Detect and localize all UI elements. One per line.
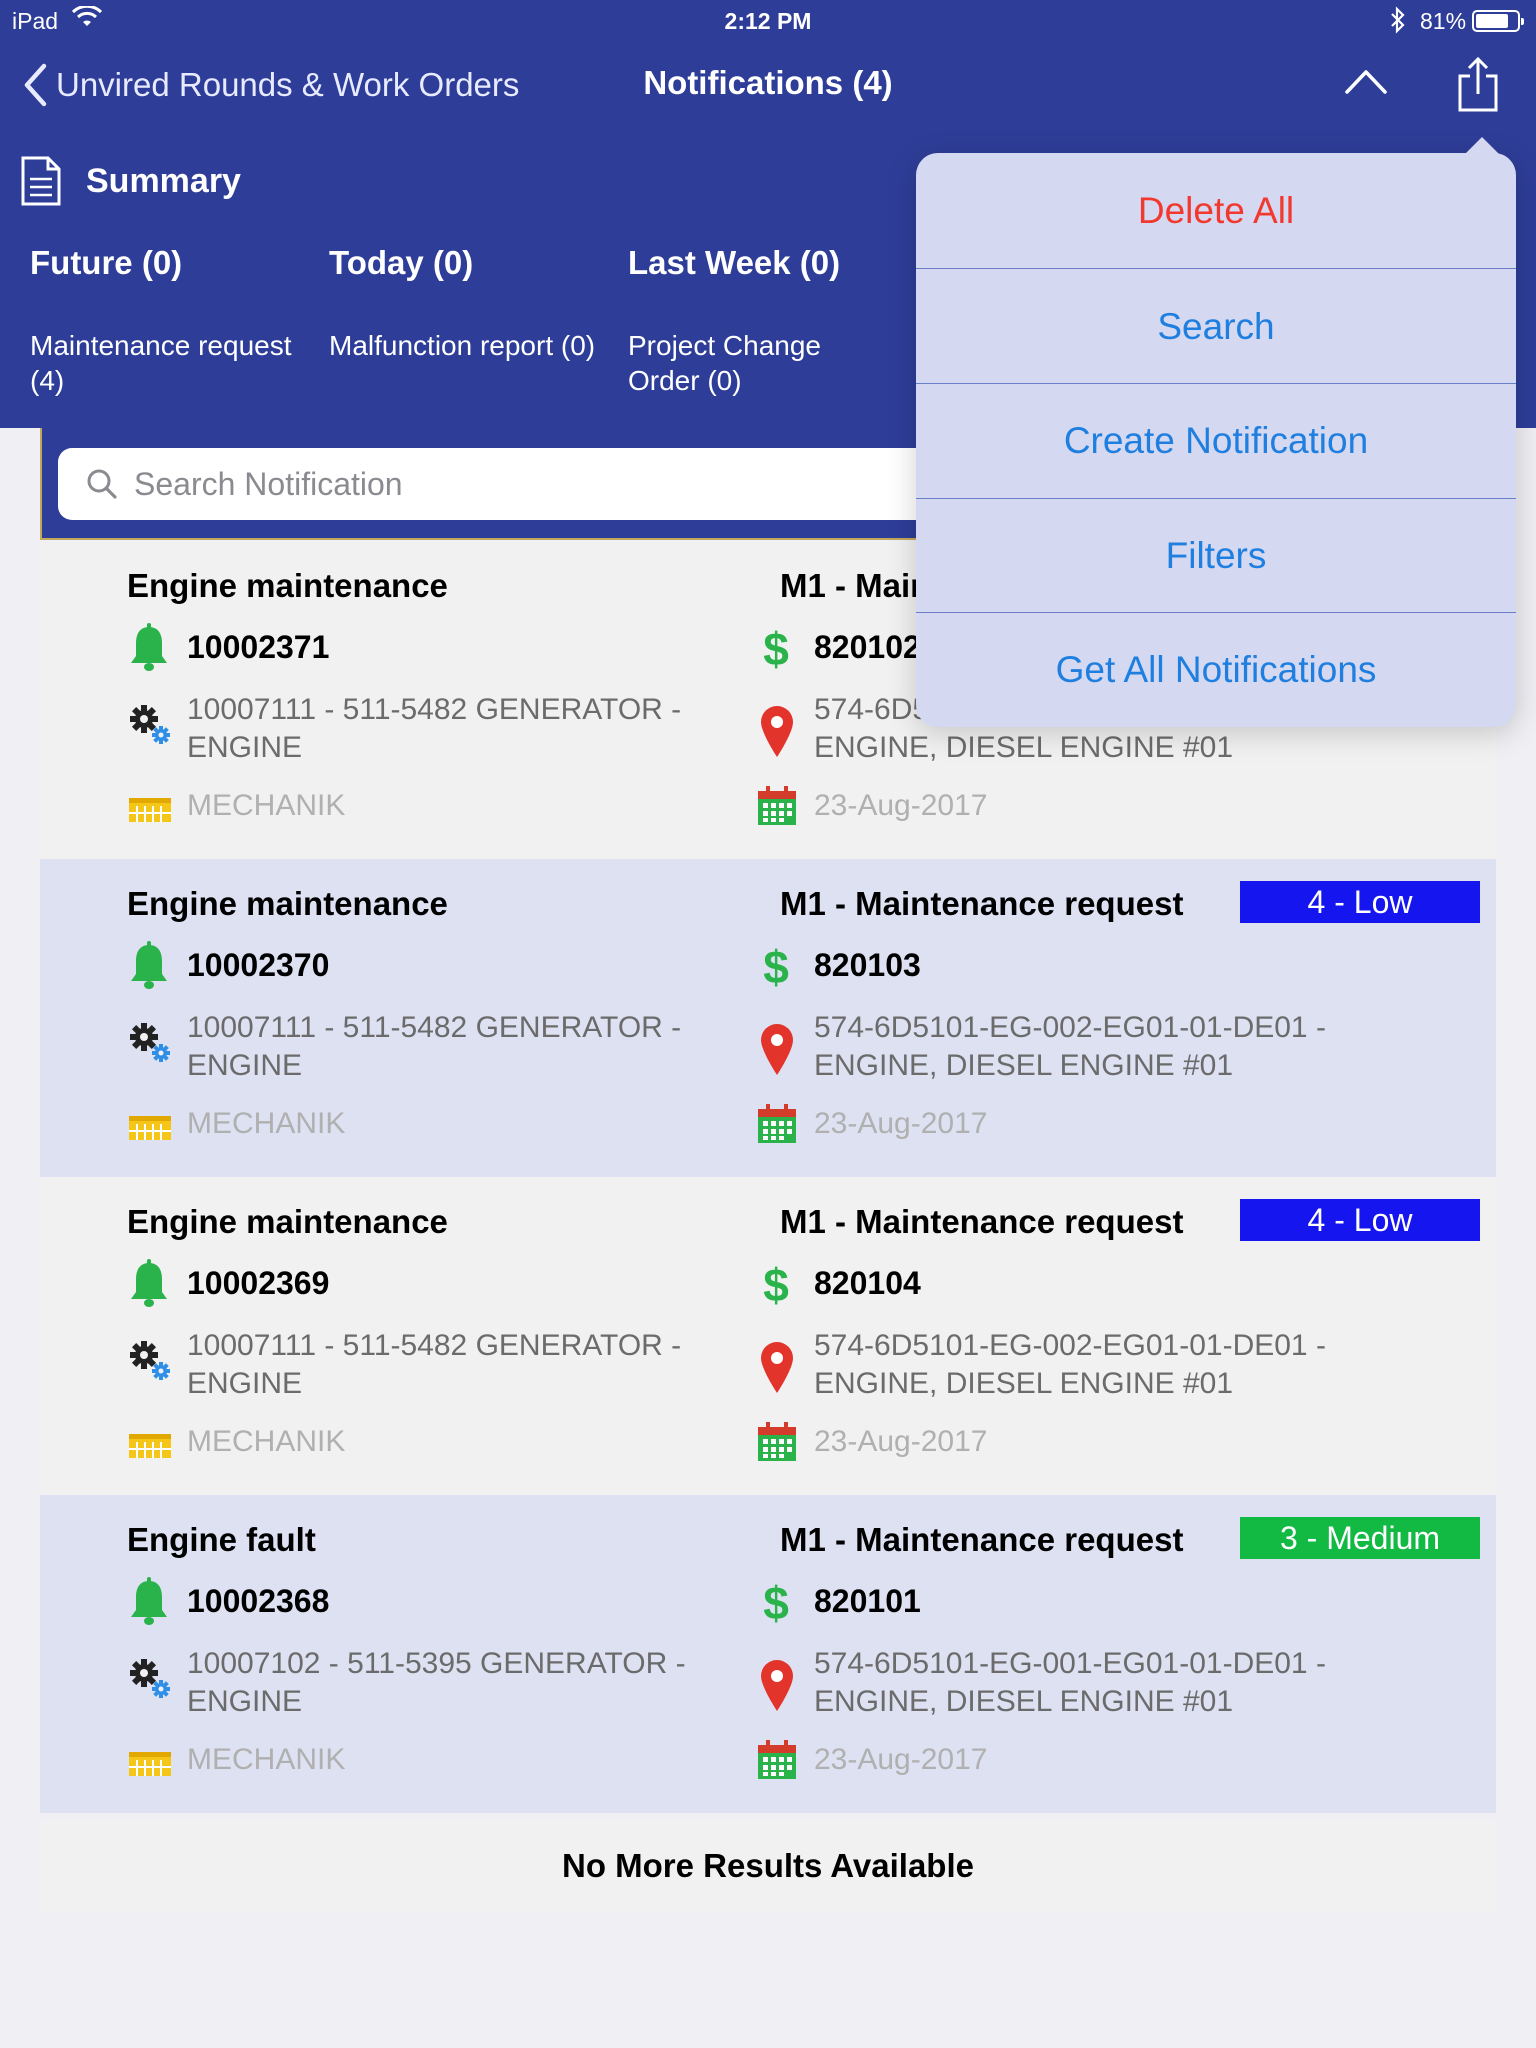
category-future[interactable]: Future (0) <box>30 244 182 282</box>
menu-item-filters[interactable]: Filters <box>916 498 1516 613</box>
functional-location-label: 574-6D5101-EG-002-EG01-01-DE01 - ENGINE,… <box>814 1329 1326 1400</box>
order-number: 820103 <box>814 947 921 983</box>
actions-popover-menu: Delete All Search Create Notification Fi… <box>916 137 1516 727</box>
svg-text:$: $ <box>763 1577 789 1627</box>
svg-text:$: $ <box>763 941 789 991</box>
order-number: 820102 <box>814 629 921 665</box>
bluetooth-icon <box>1391 6 1405 34</box>
status-bar: iPad 2:12 PM 81% <box>0 0 1536 42</box>
notification-number: 10002368 <box>187 1583 330 1619</box>
notification-row[interactable]: Engine maintenance 10002370 10007111 - 5… <box>40 859 1496 1177</box>
equipment-label: 10007111 - 511-5482 GENERATOR - ENGINE <box>187 1011 682 1082</box>
priority-badge: 4 - Low <box>1240 881 1480 923</box>
battery-icon <box>1472 10 1524 32</box>
location-pin-icon <box>761 1660 793 1711</box>
notification-number: 10002369 <box>187 1265 330 1301</box>
bell-icon <box>131 1259 167 1307</box>
menu-item-delete-all[interactable]: Delete All <box>916 153 1516 268</box>
notification-title: Engine maintenance <box>127 567 448 604</box>
dollar-icon: $ <box>763 1259 789 1309</box>
status-time: 2:12 PM <box>724 8 812 34</box>
dollar-icon: $ <box>763 941 789 991</box>
notification-row[interactable]: Engine fault 10002368 10007102 - 511-539… <box>40 1495 1496 1813</box>
work-center-label: MECHANIK <box>187 1425 346 1458</box>
category-last-week[interactable]: Last Week (0) <box>628 244 840 282</box>
share-icon[interactable] <box>1456 56 1500 114</box>
type-malfunction-report[interactable]: Malfunction report (0) <box>329 328 599 363</box>
type-project-change-order[interactable]: Project Change Order (0) <box>628 328 898 398</box>
notification-type: M1 - Maintenance request <box>780 1203 1184 1240</box>
category-today[interactable]: Today (0) <box>329 244 473 282</box>
summary-label: Summary <box>86 161 241 200</box>
order-number: 820101 <box>814 1583 921 1619</box>
equipment-label: 10007102 - 511-5395 GENERATOR - ENGINE <box>187 1647 686 1718</box>
bell-icon <box>131 623 167 671</box>
notification-title: Engine maintenance <box>127 885 448 922</box>
calendar-icon <box>758 1740 796 1779</box>
notification-number: 10002371 <box>187 629 330 665</box>
menu-item-create-notification[interactable]: Create Notification <box>916 383 1516 498</box>
work-center-icon <box>129 1752 171 1776</box>
dollar-icon: $ <box>763 1577 789 1627</box>
menu-item-get-all-notifications[interactable]: Get All Notifications <box>916 612 1516 727</box>
battery-percentage: 81% <box>1420 8 1467 34</box>
equipment-label: 10007111 - 511-5482 GENERATOR - ENGINE <box>187 1329 682 1400</box>
notification-title: Engine fault <box>127 1521 316 1558</box>
work-center-icon <box>129 798 171 822</box>
notification-title: Engine maintenance <box>127 1203 448 1240</box>
work-center-icon <box>129 1434 171 1458</box>
back-button-label: Unvired Rounds & Work Orders <box>56 66 520 103</box>
summary-section: Summary <box>20 155 241 207</box>
bell-icon <box>131 1577 167 1625</box>
gears-icon <box>130 705 170 744</box>
no-more-results-label: No More Results Available <box>40 1820 1496 1912</box>
priority-badge: 3 - Medium <box>1240 1517 1480 1559</box>
date-label: 23-Aug-2017 <box>814 789 988 822</box>
chevron-left-icon <box>24 63 47 107</box>
notification-type: M1 - Maintenance request <box>780 1521 1184 1558</box>
location-pin-icon <box>761 1342 793 1393</box>
order-number: 820104 <box>814 1265 921 1301</box>
dollar-icon: $ <box>763 623 789 673</box>
functional-location-label: 574-6D5101-EG-001-EG01-01-DE01 - ENGINE,… <box>814 1647 1326 1718</box>
gears-icon <box>130 1659 170 1698</box>
type-maintenance-request[interactable]: Maintenance request (4) <box>30 328 300 398</box>
search-icon <box>87 469 117 499</box>
work-center-label: MECHANIK <box>187 1743 346 1776</box>
menu-item-search[interactable]: Search <box>916 269 1516 384</box>
page-title: Notifications (4) <box>643 64 893 101</box>
notification-type: M1 - Maintenance request <box>780 885 1184 922</box>
gears-icon <box>130 1341 170 1380</box>
back-button[interactable]: Unvired Rounds & Work Orders <box>22 62 519 108</box>
gears-icon <box>130 1023 170 1062</box>
notification-row[interactable]: Engine maintenance 10002369 10007111 - 5… <box>40 1177 1496 1495</box>
chevron-up-icon[interactable] <box>1344 66 1388 96</box>
notification-number: 10002370 <box>187 947 330 983</box>
location-pin-icon <box>761 1024 793 1075</box>
work-center-icon <box>129 1116 171 1140</box>
equipment-label: 10007111 - 511-5482 GENERATOR - ENGINE <box>187 693 682 764</box>
work-center-label: MECHANIK <box>187 1107 346 1140</box>
document-icon <box>21 156 61 206</box>
calendar-icon <box>758 1104 796 1143</box>
priority-badge: 4 - Low <box>1240 1199 1480 1241</box>
calendar-icon <box>758 786 796 825</box>
svg-text:$: $ <box>763 623 789 673</box>
svg-text:$: $ <box>763 1259 789 1309</box>
calendar-icon <box>758 1422 796 1461</box>
notification-list: Engine maintenance 10002371 10007111 - 5… <box>40 541 1496 1813</box>
date-label: 23-Aug-2017 <box>814 1107 988 1140</box>
bell-icon <box>131 941 167 989</box>
date-label: 23-Aug-2017 <box>814 1743 988 1776</box>
date-label: 23-Aug-2017 <box>814 1425 988 1458</box>
work-center-label: MECHANIK <box>187 789 346 822</box>
functional-location-label: 574-6D5101-EG-002-EG01-01-DE01 - ENGINE,… <box>814 1011 1326 1082</box>
location-pin-icon <box>761 706 793 757</box>
